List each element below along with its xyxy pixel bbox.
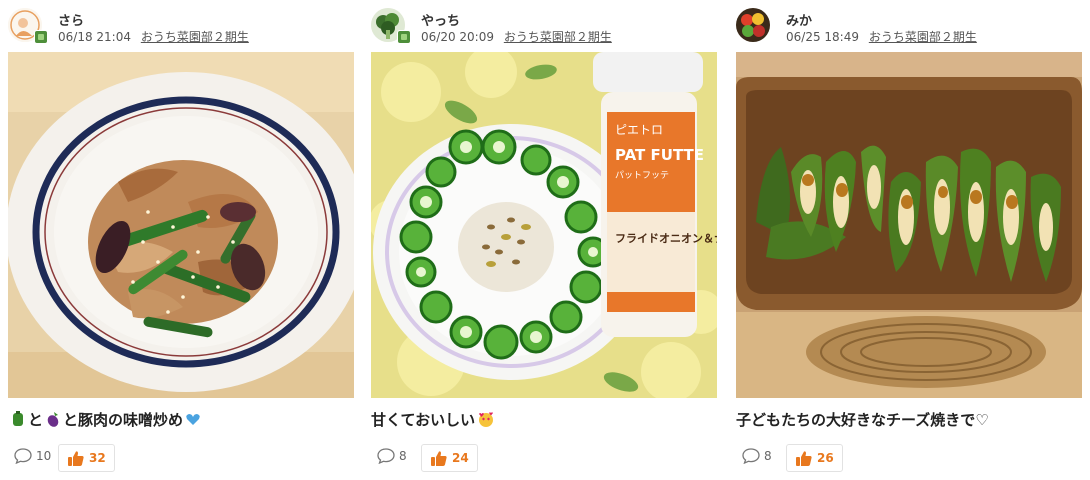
user-avatar[interactable] xyxy=(736,8,770,42)
post-caption: 子どもたちの大好きなチーズ焼きで♡ xyxy=(736,409,989,430)
post-card: やっち 06/20 20:09 おうち菜園部２期生 ピエトロ PAT FUTTE… xyxy=(371,0,717,480)
bottle-title: PAT FUTTE xyxy=(615,146,704,164)
bottle-brand: ピエトロ xyxy=(615,123,663,137)
caption-text: 子どもたちの大好きなチーズ焼きで♡ xyxy=(736,411,989,429)
post-feed: さら 06/18 21:04 おうち菜園部２期生 と と豚肉の味噌炒め 10 3… xyxy=(0,0,1090,480)
comment-button[interactable]: 8 xyxy=(377,448,407,464)
comment-icon xyxy=(742,448,760,464)
thumbs-up-icon xyxy=(431,450,447,466)
group-link[interactable]: おうち菜園部２期生 xyxy=(869,30,977,44)
post-header: やっち 06/20 20:09 おうち菜園部２期生 xyxy=(371,8,717,48)
username[interactable]: やっち xyxy=(421,10,460,29)
group-link[interactable]: おうち菜園部２期生 xyxy=(504,30,612,44)
post-card: みか 06/25 18:49 おうち菜園部２期生 子どもたちの大好きなチーズ焼き… xyxy=(736,0,1082,480)
like-count: 24 xyxy=(452,451,469,465)
username[interactable]: さら xyxy=(58,10,84,29)
bottle-body: フライドオニオン＆ナッツ xyxy=(615,232,717,245)
post-card: さら 06/18 21:04 おうち菜園部２期生 と と豚肉の味噌炒め 10 3… xyxy=(8,0,354,480)
post-photo[interactable]: ピエトロ PAT FUTTE パットフッテ フライドオニオン＆ナッツ xyxy=(371,52,717,398)
comment-icon xyxy=(377,448,395,464)
green-pepper-icon xyxy=(10,410,26,431)
like-button[interactable]: 32 xyxy=(58,444,115,472)
like-button[interactable]: 24 xyxy=(421,444,478,472)
post-date: 06/20 20:09 xyxy=(421,30,494,44)
eggplant-icon xyxy=(45,411,61,431)
post-meta: 06/20 20:09 おうち菜園部２期生 xyxy=(421,28,612,45)
caption-text: 甘くておいしい xyxy=(371,411,476,429)
comment-count: 8 xyxy=(764,449,772,463)
comment-button[interactable]: 8 xyxy=(742,448,772,464)
post-header: さら 06/18 21:04 おうち菜園部２期生 xyxy=(8,8,354,48)
heart-face-icon xyxy=(477,410,495,432)
thumbs-up-icon xyxy=(796,450,812,466)
caption-text: と豚肉の味噌炒め xyxy=(63,411,184,429)
like-count: 26 xyxy=(817,451,834,465)
post-caption: 甘くておいしい xyxy=(371,409,497,432)
post-meta: 06/18 21:04 おうち菜園部２期生 xyxy=(58,28,249,45)
caption-text: と xyxy=(28,411,44,429)
comment-button[interactable]: 10 xyxy=(14,448,51,464)
comment-count: 8 xyxy=(399,449,407,463)
post-photo[interactable] xyxy=(736,52,1082,398)
post-caption: と と豚肉の味噌炒め xyxy=(8,409,203,431)
bottle-subtitle: パットフッテ xyxy=(615,170,669,181)
post-photo[interactable] xyxy=(8,52,354,398)
comment-icon xyxy=(14,448,32,464)
username[interactable]: みか xyxy=(786,10,812,29)
blue-heart-icon xyxy=(185,411,201,431)
comment-count: 10 xyxy=(36,449,52,463)
member-badge-icon xyxy=(34,30,48,44)
like-count: 32 xyxy=(89,451,106,465)
thumbs-up-icon xyxy=(68,450,84,466)
like-button[interactable]: 26 xyxy=(786,444,843,472)
post-meta: 06/25 18:49 おうち菜園部２期生 xyxy=(786,28,977,45)
post-date: 06/18 21:04 xyxy=(58,30,131,44)
post-header: みか 06/25 18:49 おうち菜園部２期生 xyxy=(736,8,1082,48)
group-link[interactable]: おうち菜園部２期生 xyxy=(141,30,249,44)
post-date: 06/25 18:49 xyxy=(786,30,859,44)
member-badge-icon xyxy=(397,30,411,44)
